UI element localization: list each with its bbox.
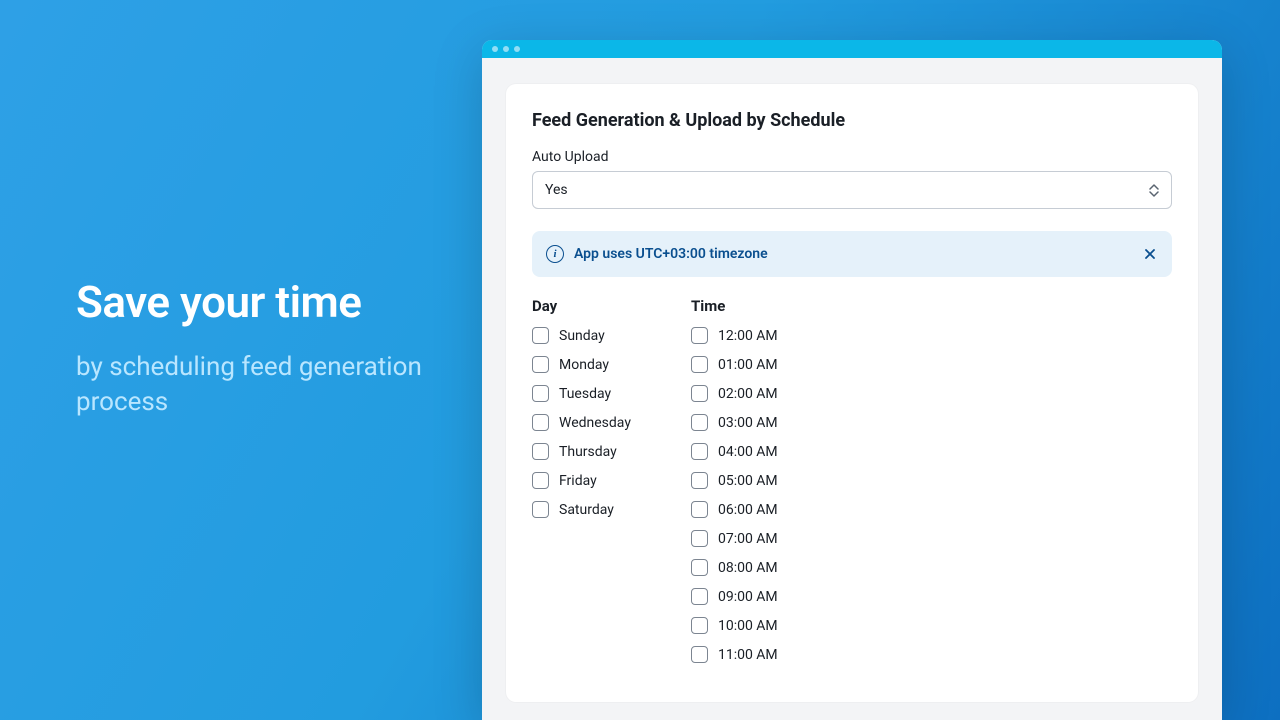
day-label: Thursday	[559, 444, 617, 460]
checkbox[interactable]	[691, 501, 708, 518]
banner-text: App uses UTC+03:00 timezone	[574, 246, 768, 262]
traffic-light-dot	[503, 46, 509, 52]
checkbox[interactable]	[691, 443, 708, 460]
checkbox[interactable]	[532, 472, 549, 489]
checkbox[interactable]	[532, 327, 549, 344]
auto-upload-label: Auto Upload	[532, 149, 1172, 165]
checkbox[interactable]	[532, 501, 549, 518]
time-label: 07:00 AM	[718, 531, 778, 547]
checkbox[interactable]	[691, 414, 708, 431]
time-label: 05:00 AM	[718, 473, 778, 489]
checkbox[interactable]	[532, 356, 549, 373]
info-icon: i	[546, 245, 564, 263]
day-column: Day Sunday Monday Tuesday Wednesday Thursday…	[532, 297, 631, 663]
day-row[interactable]: Monday	[532, 356, 631, 373]
time-row[interactable]: 10:00 AM	[691, 617, 778, 634]
time-label: 12:00 AM	[718, 328, 778, 344]
time-column-header: Time	[691, 297, 778, 315]
select-caret-icon	[1147, 183, 1161, 197]
traffic-light-dot	[492, 46, 498, 52]
checkbox[interactable]	[691, 646, 708, 663]
time-row[interactable]: 01:00 AM	[691, 356, 778, 373]
time-row[interactable]: 05:00 AM	[691, 472, 778, 489]
close-icon	[1144, 248, 1156, 260]
day-label: Friday	[559, 473, 597, 489]
time-column: Time 12:00 AM 01:00 AM 02:00 AM 03:00 AM 04:…	[691, 297, 778, 663]
time-row[interactable]: 08:00 AM	[691, 559, 778, 576]
schedule-columns: Day Sunday Monday Tuesday Wednesday Thursday…	[532, 297, 1172, 663]
banner-close-button[interactable]	[1140, 244, 1160, 264]
time-label: 09:00 AM	[718, 589, 778, 605]
day-label: Sunday	[559, 328, 605, 344]
auto-upload-value: Yes	[545, 182, 568, 198]
time-label: 10:00 AM	[718, 618, 778, 634]
time-label: 04:00 AM	[718, 444, 778, 460]
days-list: Sunday Monday Tuesday Wednesday Thursday Frid…	[532, 327, 631, 518]
day-column-header: Day	[532, 297, 631, 315]
time-label: 02:00 AM	[718, 386, 778, 402]
time-row[interactable]: 12:00 AM	[691, 327, 778, 344]
day-row[interactable]: Wednesday	[532, 414, 631, 431]
day-row[interactable]: Saturday	[532, 501, 631, 518]
checkbox[interactable]	[532, 414, 549, 431]
day-row[interactable]: Sunday	[532, 327, 631, 344]
day-row[interactable]: Friday	[532, 472, 631, 489]
time-row[interactable]: 03:00 AM	[691, 414, 778, 431]
checkbox[interactable]	[691, 559, 708, 576]
times-list: 12:00 AM 01:00 AM 02:00 AM 03:00 AM 04:00 AM…	[691, 327, 778, 663]
checkbox[interactable]	[691, 472, 708, 489]
timezone-banner: i App uses UTC+03:00 timezone	[532, 231, 1172, 277]
window-titlebar	[482, 40, 1222, 58]
checkbox[interactable]	[532, 385, 549, 402]
checkbox[interactable]	[691, 327, 708, 344]
day-label: Wednesday	[559, 415, 631, 431]
time-label: 08:00 AM	[718, 560, 778, 576]
time-label: 03:00 AM	[718, 415, 778, 431]
traffic-light-dot	[514, 46, 520, 52]
time-row[interactable]: 09:00 AM	[691, 588, 778, 605]
card-title: Feed Generation & Upload by Schedule	[532, 110, 1172, 131]
day-row[interactable]: Tuesday	[532, 385, 631, 402]
time-row[interactable]: 07:00 AM	[691, 530, 778, 547]
app-window: Feed Generation & Upload by Schedule Aut…	[482, 40, 1222, 720]
time-label: 01:00 AM	[718, 357, 778, 373]
time-row[interactable]: 06:00 AM	[691, 501, 778, 518]
checkbox[interactable]	[691, 617, 708, 634]
time-label: 11:00 AM	[718, 647, 778, 663]
time-row[interactable]: 02:00 AM	[691, 385, 778, 402]
checkbox[interactable]	[691, 530, 708, 547]
day-label: Tuesday	[559, 386, 611, 402]
marketing-subtext: by scheduling feed generation process	[76, 350, 436, 420]
time-row[interactable]: 11:00 AM	[691, 646, 778, 663]
checkbox[interactable]	[532, 443, 549, 460]
day-label: Saturday	[559, 502, 614, 518]
checkbox[interactable]	[691, 385, 708, 402]
marketing-copy: Save your time by scheduling feed genera…	[76, 276, 436, 420]
checkbox[interactable]	[691, 356, 708, 373]
checkbox[interactable]	[691, 588, 708, 605]
time-row[interactable]: 04:00 AM	[691, 443, 778, 460]
day-label: Monday	[559, 357, 609, 373]
auto-upload-select[interactable]: Yes	[532, 171, 1172, 209]
time-label: 06:00 AM	[718, 502, 778, 518]
marketing-headline: Save your time	[76, 276, 436, 328]
schedule-card: Feed Generation & Upload by Schedule Aut…	[506, 84, 1198, 702]
day-row[interactable]: Thursday	[532, 443, 631, 460]
